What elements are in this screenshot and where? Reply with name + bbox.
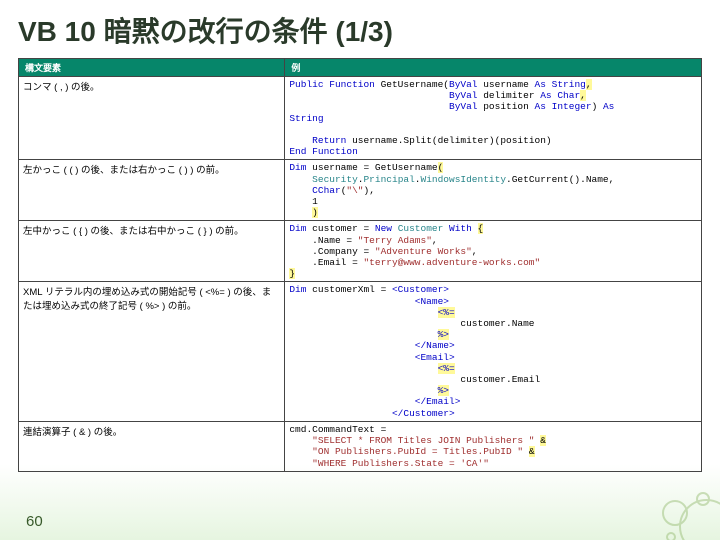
- row-comma-label: コンマ ( , ) の後。: [19, 77, 285, 160]
- row-concat-example: cmd.CommandText = "SELECT * FROM Titles …: [285, 421, 702, 471]
- row-xml-label: XML リテラル内の埋め込み式の開始記号 ( <%= ) の後、または埋め込み式…: [19, 282, 285, 421]
- slide-title: VB 10 暗黙の改行の条件 (1/3): [18, 10, 702, 50]
- row-paren-example: Dim username = GetUsername( Security.Pri…: [285, 160, 702, 221]
- bubble-icon: [662, 500, 688, 526]
- row-concat-label: 連結演算子 ( & ) の後。: [19, 421, 285, 471]
- row-xml: XML リテラル内の埋め込み式の開始記号 ( <%= ) の後、または埋め込み式…: [19, 282, 702, 421]
- syntax-table: 構文要素 例 コンマ ( , ) の後。 Public Function Get…: [18, 58, 702, 472]
- row-brace: 左中かっこ ( { ) の後、または右中かっこ ( } ) の前。 Dim cu…: [19, 221, 702, 282]
- page-number: 60: [26, 513, 43, 530]
- row-brace-label: 左中かっこ ( { ) の後、または右中かっこ ( } ) の前。: [19, 221, 285, 282]
- row-comma-example: Public Function GetUsername(ByVal userna…: [285, 77, 702, 160]
- slide: VB 10 暗黙の改行の条件 (1/3) 構文要素 例 コンマ ( , ) の後…: [0, 0, 720, 540]
- bubble-icon: [666, 532, 676, 540]
- row-concat: 連結演算子 ( & ) の後。 cmd.CommandText = "SELEC…: [19, 421, 702, 471]
- col-syntax: 構文要素: [19, 59, 285, 77]
- col-example: 例: [285, 59, 702, 77]
- bubble-icon: [696, 492, 710, 506]
- row-brace-example: Dim customer = New Customer With { .Name…: [285, 221, 702, 282]
- row-paren-label: 左かっこ ( ( ) の後、または右かっこ ( ) ) の前。: [19, 160, 285, 221]
- corner-decoration: [640, 480, 720, 540]
- row-paren: 左かっこ ( ( ) の後、または右かっこ ( ) ) の前。 Dim user…: [19, 160, 702, 221]
- row-comma: コンマ ( , ) の後。 Public Function GetUsernam…: [19, 77, 702, 160]
- table-header-row: 構文要素 例: [19, 59, 702, 77]
- row-xml-example: Dim customerXml = <Customer> <Name> <%= …: [285, 282, 702, 421]
